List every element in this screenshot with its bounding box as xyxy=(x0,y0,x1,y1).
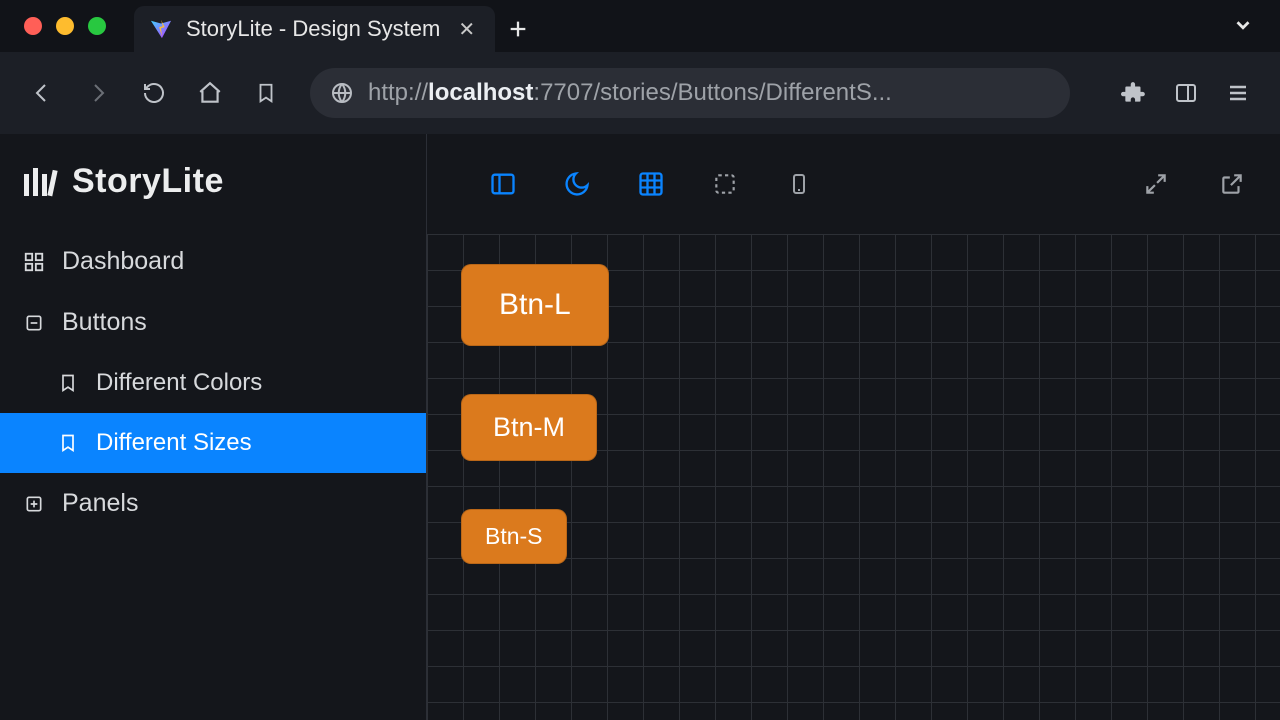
nav-label: Different Sizes xyxy=(96,429,252,457)
bookmark-icon xyxy=(56,431,80,455)
home-button[interactable] xyxy=(188,71,232,115)
nav-label: Dashboard xyxy=(62,247,184,276)
demo-button-medium[interactable]: Btn-M xyxy=(461,394,597,461)
button-demo-group: Btn-L Btn-M Btn-S xyxy=(461,264,609,564)
new-tab-button[interactable] xyxy=(495,6,541,52)
close-window-button[interactable] xyxy=(24,17,42,35)
brand-name: StoryLite xyxy=(72,162,224,201)
canvas-area: Btn-L Btn-M Btn-S xyxy=(426,134,1280,720)
dark-mode-button[interactable] xyxy=(557,164,597,204)
bookmark-button[interactable] xyxy=(244,71,288,115)
toggle-sidebar-button[interactable] xyxy=(483,164,523,204)
nav: Dashboard Buttons Different Colors xyxy=(0,231,426,534)
bookmark-icon xyxy=(56,371,80,395)
vite-favicon-icon xyxy=(150,18,172,40)
responsive-button[interactable] xyxy=(779,164,819,204)
maximize-window-button[interactable] xyxy=(88,17,106,35)
nav-group-buttons[interactable]: Buttons xyxy=(0,292,426,353)
close-tab-icon[interactable]: ✕ xyxy=(458,17,475,42)
extensions-button[interactable] xyxy=(1112,71,1156,115)
story-canvas[interactable]: Btn-L Btn-M Btn-S xyxy=(427,234,1280,720)
demo-button-small[interactable]: Btn-S xyxy=(461,509,567,564)
nav-label: Different Colors xyxy=(96,369,262,397)
nav-sub-different-sizes[interactable]: Different Sizes xyxy=(0,413,426,473)
outline-toggle-button[interactable] xyxy=(705,164,745,204)
collapse-icon xyxy=(22,311,46,335)
menu-button[interactable] xyxy=(1216,71,1260,115)
browser-window: StoryLite - Design System ✕ xyxy=(0,0,1280,720)
expand-icon xyxy=(22,492,46,516)
nav-label: Panels xyxy=(62,489,138,518)
storylite-logo-icon xyxy=(22,164,58,200)
tab-bar: StoryLite - Design System ✕ xyxy=(134,0,541,52)
canvas-toolbar xyxy=(427,134,1280,234)
grid-toggle-button[interactable] xyxy=(631,164,671,204)
demo-button-large[interactable]: Btn-L xyxy=(461,264,609,346)
forward-button[interactable] xyxy=(76,71,120,115)
nav-label: Buttons xyxy=(62,308,147,337)
minimize-window-button[interactable] xyxy=(56,17,74,35)
brand: StoryLite xyxy=(0,162,426,231)
nav-item-dashboard[interactable]: Dashboard xyxy=(0,231,426,292)
url-text: http://localhost:7707/stories/Buttons/Di… xyxy=(368,79,892,107)
nav-group-panels[interactable]: Panels xyxy=(0,473,426,534)
fullscreen-button[interactable] xyxy=(1136,164,1176,204)
window-controls xyxy=(0,17,106,35)
tab-title: StoryLite - Design System xyxy=(186,16,440,42)
sidepanel-button[interactable] xyxy=(1164,71,1208,115)
url-path: :7707/stories/Buttons/DifferentS... xyxy=(533,79,891,106)
back-button[interactable] xyxy=(20,71,64,115)
nav-sub-different-colors[interactable]: Different Colors xyxy=(0,353,426,413)
sidebar: StoryLite Dashboard Buttons xyxy=(0,134,426,720)
browser-toolbar: http://localhost:7707/stories/Buttons/Di… xyxy=(0,52,1280,134)
url-host: localhost xyxy=(428,79,533,106)
address-bar[interactable]: http://localhost:7707/stories/Buttons/Di… xyxy=(310,68,1070,118)
reload-button[interactable] xyxy=(132,71,176,115)
app-body: StoryLite Dashboard Buttons xyxy=(0,134,1280,720)
globe-icon xyxy=(330,81,354,105)
titlebar: StoryLite - Design System ✕ xyxy=(0,0,1280,52)
open-external-button[interactable] xyxy=(1212,164,1252,204)
url-scheme: http:// xyxy=(368,79,428,106)
tab-overflow-button[interactable] xyxy=(1232,14,1254,36)
browser-tab[interactable]: StoryLite - Design System ✕ xyxy=(134,6,495,52)
dashboard-icon xyxy=(22,250,46,274)
